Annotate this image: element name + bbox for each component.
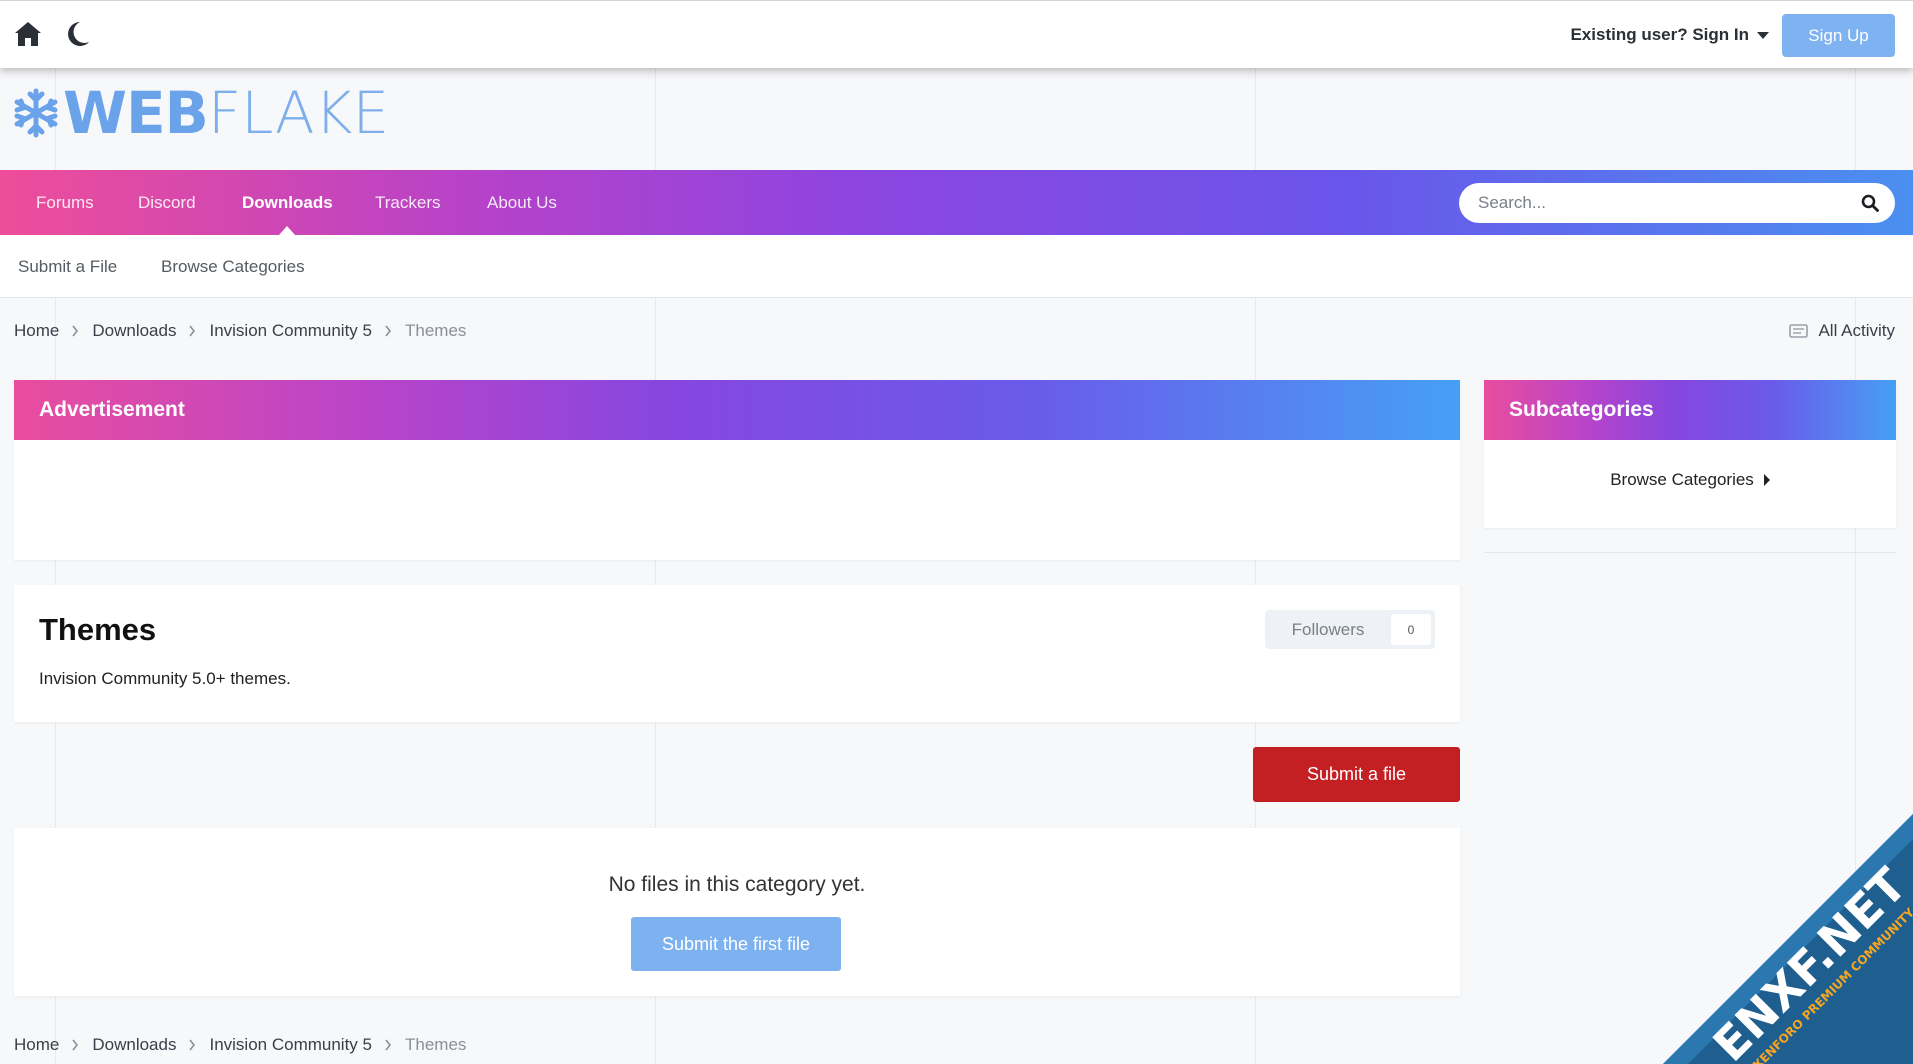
logo-text-flake: FLAKE bbox=[207, 79, 390, 147]
subnav-item-browse-categories[interactable]: Browse Categories bbox=[161, 257, 305, 277]
breadcrumb-item-invision-community[interactable]: Invision Community 5 bbox=[209, 1035, 372, 1055]
breadcrumb-item-themes: Themes bbox=[404, 321, 467, 340]
nav-item-about-us[interactable]: About Us bbox=[487, 193, 557, 213]
all-activity-label: All Activity bbox=[1818, 1035, 1895, 1054]
advertisement-header: Advertisement bbox=[14, 380, 1460, 440]
chevron-right-icon bbox=[385, 1039, 392, 1051]
sign-in-link[interactable]: Existing user? Sign In bbox=[1570, 25, 1769, 45]
category-description: Invision Community 5.0+ themes. bbox=[39, 669, 291, 688]
breadcrumb-item-downloads[interactable]: Downloads bbox=[92, 1035, 176, 1055]
breadcrumb-item-home[interactable]: Home bbox=[14, 1035, 59, 1055]
file-list-box: No files in this category yet. Submit th… bbox=[14, 828, 1460, 996]
empty-state-message: No files in this category yet. bbox=[608, 873, 866, 896]
advertisement-box: Advertisement bbox=[14, 380, 1460, 560]
submit-first-file-button[interactable]: Submit the first file bbox=[631, 917, 841, 971]
search-input[interactable] bbox=[1478, 193, 1861, 213]
chevron-right-icon bbox=[72, 325, 79, 337]
nav-item-downloads[interactable]: Downloads bbox=[242, 193, 333, 213]
sub-nav: Submit a File Browse Categories bbox=[0, 235, 1913, 298]
sign-in-label: Existing user? Sign In bbox=[1570, 25, 1749, 44]
browse-categories-link[interactable]: Browse Categories bbox=[1484, 470, 1896, 490]
chevron-right-icon bbox=[189, 325, 196, 337]
moon-icon[interactable] bbox=[64, 20, 90, 48]
subcategories-header: Subcategories bbox=[1484, 380, 1896, 440]
subnav-item-submit-file[interactable]: Submit a File bbox=[18, 257, 117, 277]
nav-item-forums[interactable]: Forums bbox=[36, 193, 94, 213]
activity-icon bbox=[1789, 324, 1809, 338]
breadcrumb-item-downloads[interactable]: Downloads bbox=[92, 321, 176, 341]
followers-count: 0 bbox=[1391, 614, 1431, 645]
page-title: Themes bbox=[39, 612, 157, 647]
caret-right-icon bbox=[1763, 474, 1770, 486]
home-icon[interactable] bbox=[14, 21, 42, 47]
breadcrumb-item-invision-community[interactable]: Invision Community 5 bbox=[209, 321, 372, 341]
breadcrumb: Home Downloads Invision Community 5 Them… bbox=[14, 321, 466, 341]
breadcrumb-item-themes: Themes bbox=[404, 1035, 467, 1054]
main-nav: Forums Discord Downloads Trackers About … bbox=[0, 170, 1913, 235]
all-activity-link-bottom[interactable]: All Activity bbox=[1789, 1035, 1895, 1055]
all-activity-label: All Activity bbox=[1818, 321, 1895, 340]
breadcrumb-item-home[interactable]: Home bbox=[14, 321, 59, 341]
followers-button[interactable]: Followers 0 bbox=[1265, 610, 1435, 649]
category-header-box: Themes Invision Community 5.0+ themes. F… bbox=[14, 585, 1460, 722]
nav-item-discord[interactable]: Discord bbox=[138, 193, 196, 213]
search-box bbox=[1459, 183, 1895, 223]
followers-label: Followers bbox=[1291, 619, 1365, 639]
sign-up-button[interactable]: Sign Up bbox=[1782, 14, 1895, 57]
chevron-right-icon bbox=[189, 1039, 196, 1051]
all-activity-link[interactable]: All Activity bbox=[1789, 321, 1895, 341]
browse-categories-label: Browse Categories bbox=[1610, 470, 1754, 489]
sidebar-divider bbox=[1484, 552, 1896, 553]
logo-text-web: WEB bbox=[63, 79, 209, 147]
search-icon[interactable] bbox=[1861, 194, 1879, 212]
caret-down-icon bbox=[1757, 31, 1769, 39]
nav-item-trackers[interactable]: Trackers bbox=[375, 193, 441, 213]
nav-active-indicator bbox=[279, 226, 295, 235]
chevron-right-icon bbox=[72, 1039, 79, 1051]
breadcrumb-bottom: Home Downloads Invision Community 5 Them… bbox=[14, 1035, 466, 1055]
watermark: ENXF.NET XENFORO PREMIUM COMMUNITY bbox=[1593, 744, 1913, 1064]
submit-file-button[interactable]: Submit a file bbox=[1253, 747, 1460, 802]
chevron-right-icon bbox=[385, 325, 392, 337]
top-bar: Existing user? Sign In Sign Up bbox=[0, 0, 1913, 68]
subcategories-box: Subcategories Browse Categories bbox=[1484, 380, 1896, 528]
watermark-main-text: ENXF.NET bbox=[1703, 857, 1913, 1064]
site-logo[interactable]: WEB FLAKE bbox=[13, 79, 390, 147]
watermark-graphic: ENXF.NET XENFORO PREMIUM COMMUNITY bbox=[1663, 814, 1913, 1064]
activity-icon bbox=[1789, 1038, 1809, 1052]
snowflake-icon bbox=[14, 88, 58, 138]
